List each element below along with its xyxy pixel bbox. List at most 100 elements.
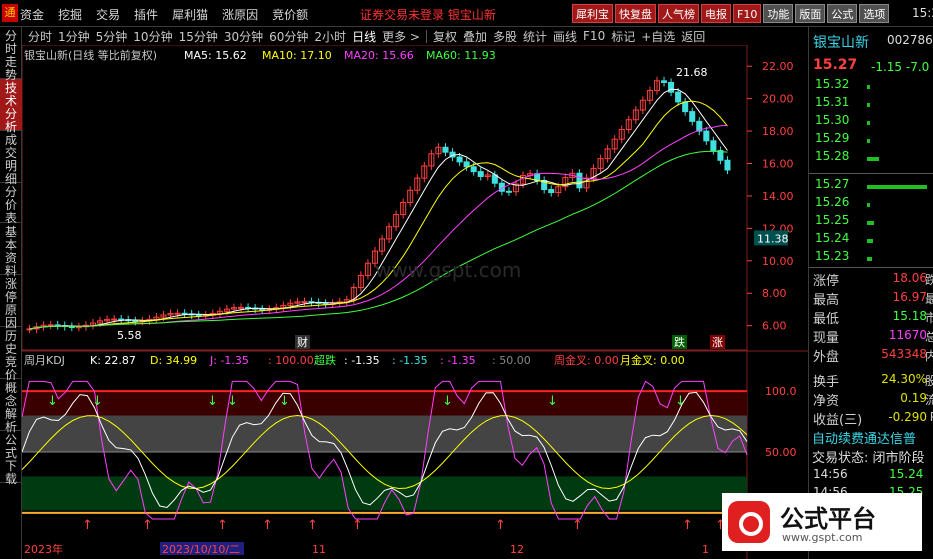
down-arrow-icon: ↓	[675, 394, 686, 409]
stat-extra: 总	[924, 330, 933, 344]
top-button-2[interactable]: 人气榜	[658, 4, 699, 23]
left-tab-5[interactable]: 涨停原因	[0, 275, 22, 330]
notice-text[interactable]: 自动续费通达信普	[812, 428, 916, 447]
kdj-axis-label: 100.0	[765, 385, 797, 398]
candle-body	[477, 171, 484, 177]
tool-button-4[interactable]: 画线	[553, 28, 577, 45]
stat-extra: 最	[924, 292, 933, 306]
tool-button-8[interactable]: 返回	[681, 28, 705, 45]
period-9[interactable]: 更多 >	[382, 28, 420, 45]
main-legend-item: MA60: 11.93	[426, 49, 496, 62]
event-marker-die[interactable]: 跌	[674, 335, 685, 349]
down-arrow-icon: ↓	[442, 394, 453, 409]
top-button-7[interactable]: 公式	[827, 4, 858, 23]
price-change: -1.15 -7.0	[871, 60, 930, 74]
left-tab-2[interactable]: 成交明细	[0, 131, 22, 186]
left-tab-char: 载	[4, 472, 17, 486]
up-arrow-icon: ↑	[262, 518, 273, 533]
brand-logo-icon	[728, 501, 770, 543]
period-1[interactable]: 1分钟	[58, 28, 90, 45]
trade-state: 交易状态: 闭市阶段	[812, 451, 925, 466]
period-8[interactable]: 日线	[352, 28, 376, 45]
candle-body	[259, 308, 266, 311]
up-arrow-icon: ↑	[142, 518, 153, 533]
period-bar: 分时 1分钟 5分钟 10分钟 15分钟 30分钟 60分钟 2小时 日线 更多 > 复权 叠加 多股统…	[22, 27, 807, 45]
tool-button-7[interactable]: +自选	[641, 28, 675, 45]
menu-item-2[interactable]: 交易	[96, 6, 120, 23]
tool-button-3[interactable]: 统计	[523, 28, 547, 45]
stat-label: 外盘	[813, 350, 840, 365]
neutral-band	[22, 415, 747, 453]
event-marker-zhang[interactable]: 涨	[712, 336, 723, 349]
menu-item-6[interactable]: 竞价额	[272, 6, 308, 23]
candle-body	[675, 91, 682, 103]
menu-items: 资金 挖掘 交易 插件 犀利猫 涨原因 竞价额	[20, 6, 322, 23]
tool-button-0[interactable]: 复权	[433, 28, 457, 45]
candle-body	[301, 301, 308, 304]
left-tab-1[interactable]: 技术分析	[0, 79, 22, 134]
top-button-8[interactable]: 选项	[859, 4, 890, 23]
stat-label: 换手	[813, 375, 840, 390]
menu-item-1[interactable]: 挖掘	[58, 6, 82, 23]
menu-item-3[interactable]: 插件	[134, 6, 158, 23]
bid-price: 15.23	[815, 249, 850, 263]
period-5[interactable]: 30分钟	[224, 28, 263, 45]
period-7[interactable]: 2小时	[314, 28, 346, 45]
date-label: 2023/10/10/二	[162, 543, 240, 556]
ask-price: 15.28	[815, 149, 850, 163]
top-button-3[interactable]: 电报	[701, 4, 731, 23]
kdj-legend-item: J: -1.35	[209, 354, 249, 367]
left-tab-6[interactable]: 历史竞价	[0, 327, 22, 382]
candle-body	[661, 80, 668, 83]
top-button-0[interactable]: 犀利宝	[572, 4, 613, 23]
chart-area[interactable]: 22.0020.0018.0016.0014.0012.0010.008.006…	[22, 45, 808, 559]
stat-extra: 跌	[924, 273, 933, 287]
left-tab-3[interactable]: 分价表	[0, 183, 22, 225]
tool-button-2[interactable]: 多股	[493, 28, 517, 45]
tool-button-5[interactable]: F10	[583, 29, 605, 43]
candle-body	[174, 312, 181, 315]
left-tab-7[interactable]: 概念解析	[0, 379, 22, 434]
top-button-1[interactable]: 快复盘	[615, 4, 656, 23]
ask-volume-bar	[867, 103, 870, 107]
period-2[interactable]: 5分钟	[96, 28, 128, 45]
period-6[interactable]: 60分钟	[269, 28, 308, 45]
stat-label: 最低	[813, 312, 840, 327]
stat-value: 24.30%	[881, 372, 927, 386]
top-buttons: 犀利宝 快复盘 人气榜 电报 F10 功能 版面 公式 选项	[572, 4, 891, 23]
left-tab-0[interactable]: 分时走势	[0, 27, 22, 82]
bid-volume-bar	[867, 221, 875, 225]
tool-button-1[interactable]: 叠加	[463, 28, 487, 45]
kdj-legend-item: : -1.35	[392, 354, 428, 367]
high-marker: 21.68	[676, 66, 708, 79]
bid-volume-bar	[867, 257, 872, 261]
oversold-band	[22, 476, 747, 511]
left-tab-8[interactable]: 公式下载	[0, 431, 22, 486]
candle-body	[576, 172, 583, 189]
menu-item-5[interactable]: 涨原因	[222, 6, 258, 23]
kdj-legend-item: : -1.35	[440, 354, 476, 367]
menu-item-0[interactable]: 资金	[20, 6, 44, 23]
top-button-4[interactable]: F10	[733, 4, 762, 23]
stat-value: 18.06	[892, 271, 927, 285]
menu-item-4[interactable]: 犀利猫	[172, 6, 208, 23]
stat-label: 最高	[813, 293, 840, 308]
period-3[interactable]: 10分钟	[133, 28, 172, 45]
brand-badge: 公式平台 www.gspt.com	[722, 493, 922, 551]
left-tab-4[interactable]: 基本资料	[0, 223, 22, 278]
event-marker-cai[interactable]: 财	[297, 335, 308, 349]
bid-volume-bar	[867, 239, 873, 243]
period-0[interactable]: 分时	[28, 28, 52, 45]
candle-body	[132, 320, 139, 323]
stat-value: -0.290	[888, 410, 927, 424]
top-button-6[interactable]: 版面	[795, 4, 826, 23]
top-button-5[interactable]: 功能	[763, 4, 794, 23]
ask-volume-bar	[867, 139, 870, 143]
bid-price: 15.24	[815, 231, 850, 245]
period-4[interactable]: 15分钟	[179, 28, 218, 45]
candle-body	[668, 81, 675, 93]
watermark: www.gspt.com	[375, 258, 522, 282]
date-label: 11	[312, 543, 326, 556]
tool-button-6[interactable]: 标记	[611, 28, 635, 45]
bid-price: 15.26	[815, 195, 850, 209]
